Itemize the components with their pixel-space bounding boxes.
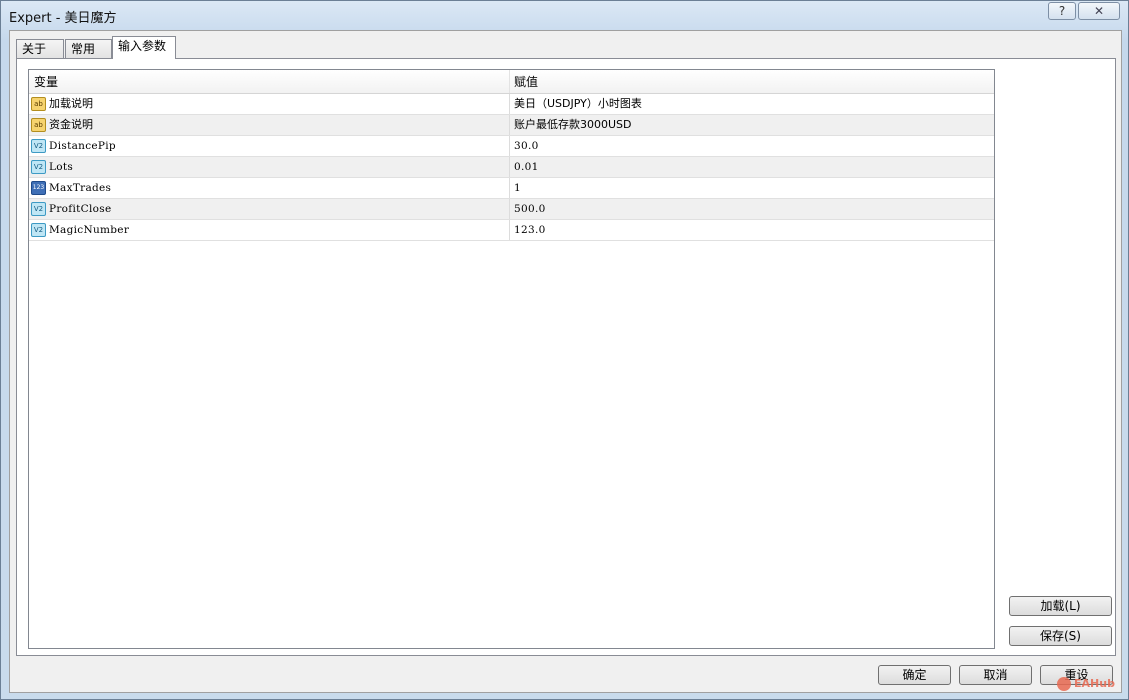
table-row[interactable]: ab 资金说明 账户最低存款3000USD [29,115,994,136]
table-row[interactable]: V2 Lots 0.01 [29,157,994,178]
double-type-icon: V2 [31,160,46,174]
integer-type-icon: 123 [31,181,46,195]
param-value[interactable]: 30.0 [514,140,539,152]
tab-inputs[interactable]: 输入参数 [112,36,176,59]
title-bar[interactable]: Expert - 美日魔方 ? ✕ [1,1,1128,29]
double-type-icon: V2 [31,223,46,237]
header-value[interactable]: 赋值 [510,70,994,93]
save-button[interactable]: 保存(S) [1009,626,1112,646]
param-name: MaxTrades [49,182,112,194]
dialog-body: 关于 常用 输入参数 变量 赋值 ab加载说明 美日（USDJPY）小时图表 [9,30,1122,693]
double-type-icon: V2 [31,202,46,216]
table-header: 变量 赋值 [29,70,994,94]
load-button[interactable]: 加载(L) [1009,596,1112,616]
param-value[interactable]: 账户最低存款3000USD [514,118,632,131]
string-type-icon: ab [31,118,46,132]
parameters-table: 变量 赋值 ab 加载说明 美日（USDJPY）小时图表 ab 资金说明 账户最低存… [28,69,995,649]
table-row[interactable]: 123 MaxTrades 1 [29,178,994,199]
expert-properties-window: Expert - 美日魔方 ? ✕ 关于 常用 输入参数 变量 赋值 ab 加载说… [0,0,1129,700]
param-name: ProfitClose [49,203,112,215]
param-value[interactable]: 1 [514,182,521,194]
table-row[interactable]: ab 加载说明 美日（USDJPY）小时图表 [29,94,994,115]
inputs-tab-panel: 变量 赋值 ab 加载说明 美日（USDJPY）小时图表 ab 资金说明 账户最低存… [16,58,1116,656]
param-value[interactable]: 0.01 [514,161,539,173]
close-button[interactable]: ✕ [1078,2,1120,20]
param-name: MagicNumber [49,224,130,236]
table-row[interactable]: V2 MagicNumber 123.0 [29,220,994,241]
header-variable[interactable]: 变量 [29,70,510,93]
table-row[interactable]: V2 ProfitClose 500.0 [29,199,994,220]
cancel-button[interactable]: 取消 [959,665,1032,685]
table-row[interactable]: V2 DistancePip 30.0 [29,136,994,157]
tab-about[interactable]: 关于 [16,39,64,59]
param-name: Lots [49,161,74,173]
double-type-icon: V2 [31,139,46,153]
string-type-icon: ab [31,97,46,111]
watermark-logo: EAHub [1057,677,1115,691]
tab-common[interactable]: 常用 [65,39,112,59]
param-name: DistancePip [49,140,116,152]
watermark-icon [1057,677,1071,691]
param-value[interactable]: 美日（USDJPY）小时图表 [514,97,642,110]
param-name: 加载说明 [49,97,93,110]
ok-button[interactable]: 确定 [878,665,951,685]
help-button[interactable]: ? [1048,2,1076,20]
param-value[interactable]: 123.0 [514,224,546,236]
param-value[interactable]: 500.0 [514,203,546,215]
param-name: 资金说明 [49,118,93,131]
window-title: Expert - 美日魔方 [9,11,117,26]
